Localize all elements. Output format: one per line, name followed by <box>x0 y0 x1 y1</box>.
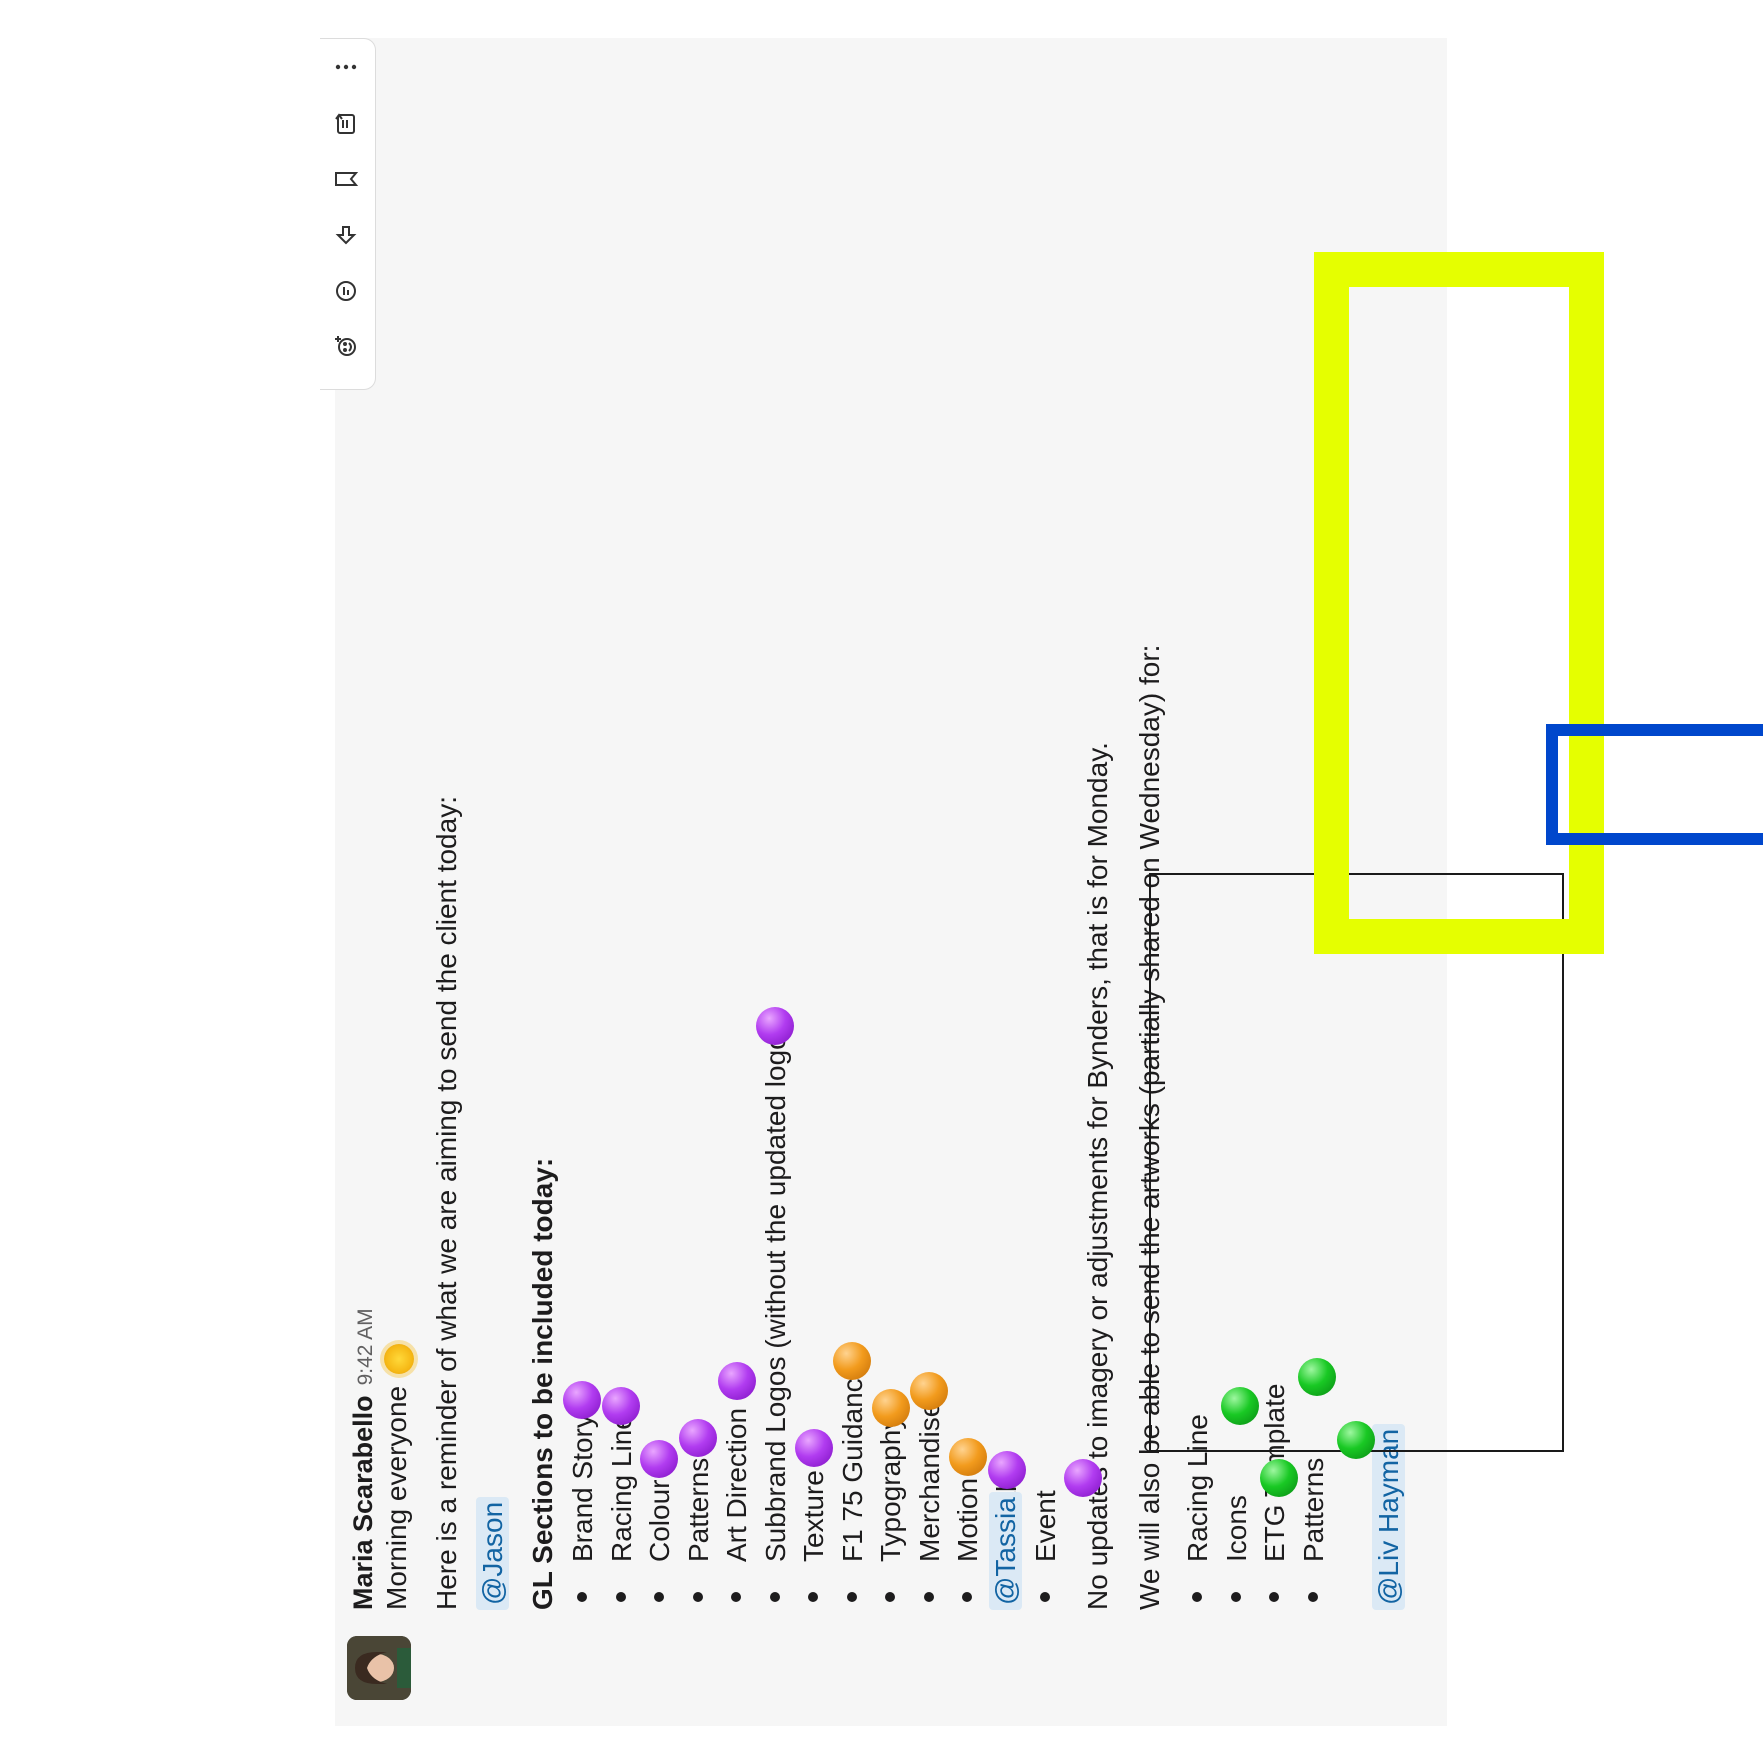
sections-heading: GL Sections to be included today: <box>527 1157 558 1610</box>
bullet-dot <box>885 1592 896 1602</box>
list-item: Typography <box>873 1416 909 1610</box>
list-item-label: Typography <box>875 1415 906 1562</box>
list-item-label: Patterns <box>682 1457 714 1562</box>
list-item: Subbrand Logos (without the updated logo… <box>758 1011 794 1610</box>
bullet-dot <box>654 1592 665 1602</box>
green-marker-dot <box>1260 1459 1298 1497</box>
list-item: Colour <box>642 1480 678 1610</box>
purple-marker-dot <box>795 1429 833 1467</box>
bullet-dot <box>731 1592 742 1602</box>
list-item: Racing Line <box>604 1414 640 1610</box>
list-item-label: Subbrand Logos (without the updated logo… <box>759 1010 791 1562</box>
list-item-label: Colour <box>644 1479 675 1562</box>
list-item: Texture <box>796 1470 832 1610</box>
intro-text: Here is a reminder of what we are aiming… <box>431 796 462 1610</box>
list-item-label: Motion <box>952 1477 983 1562</box>
orange-marker-dot <box>872 1389 910 1427</box>
highlight-blue-frame <box>1546 724 1763 845</box>
list-item: Art Direction <box>719 1408 755 1610</box>
purple-marker-dot <box>1064 1459 1102 1497</box>
list-item-label: F1 75 Guidance <box>836 1362 868 1562</box>
bullet-dot <box>577 1592 588 1602</box>
green-marker-dot <box>1298 1358 1336 1396</box>
list-item-label: Art Direction <box>721 1407 752 1562</box>
bullet-dot <box>846 1592 857 1602</box>
bullet-dot <box>1230 1592 1241 1602</box>
list-item: Merchandise <box>912 1402 948 1610</box>
list-item-label: Texture <box>798 1470 829 1562</box>
purple-marker-dot <box>563 1381 601 1419</box>
avatar[interactable] <box>347 1636 411 1700</box>
purple-marker-dot <box>756 1007 794 1045</box>
list-item-label: Event <box>1030 1490 1061 1562</box>
purple-marker-dot <box>679 1419 717 1457</box>
bullet-dot <box>692 1592 703 1602</box>
list-item: Patterns <box>1296 1458 1332 1610</box>
green-marker-dot <box>1337 1421 1375 1459</box>
bullet-dot <box>1192 1592 1203 1602</box>
greeting-text: Morning everyone <box>381 1385 412 1610</box>
list-item: Patterns <box>681 1458 717 1610</box>
orange-marker-dot <box>949 1438 987 1476</box>
purple-marker-dot <box>718 1362 756 1400</box>
purple-marker-dot <box>602 1387 640 1425</box>
list-item-label: Patterns <box>1297 1457 1329 1562</box>
timestamp[interactable]: 9:42 AM <box>354 1308 377 1385</box>
list-item: Event <box>1028 1490 1064 1610</box>
purple-marker-dot <box>988 1451 1026 1489</box>
annotation-outline-box <box>1149 873 1564 1452</box>
bullet-dot <box>1040 1592 1051 1602</box>
bullet-dot <box>769 1592 780 1602</box>
list-item-label: Brand Story <box>567 1414 598 1562</box>
list-item: F1 75 Guidance <box>835 1363 871 1610</box>
list-item: Icons <box>1219 1495 1255 1610</box>
orange-marker-dot <box>910 1372 948 1410</box>
bullet-dot <box>923 1592 934 1602</box>
bullet-dot <box>962 1592 973 1602</box>
bullet-dot <box>615 1592 626 1602</box>
mention-jason[interactable]: @Jason <box>476 1496 509 1610</box>
purple-marker-dot <box>640 1440 678 1478</box>
screenshot-stage: Maria Scarabello 9:42 AM Morning everyone… <box>0 0 1763 1763</box>
list-item-label: Icons <box>1220 1495 1252 1562</box>
sun-with-face-icon <box>383 1343 414 1374</box>
author-name[interactable]: Maria Scarabello <box>348 1395 378 1610</box>
list-item-label: Racing Line <box>605 1414 637 1562</box>
green-marker-dot <box>1221 1387 1259 1425</box>
bullet-dot <box>1307 1592 1318 1602</box>
list-item: Brand Story <box>565 1414 601 1610</box>
highlight-yellow-frame <box>1314 252 1604 954</box>
bullet-dot <box>808 1592 819 1602</box>
mention-tassia[interactable]: @Tassia <box>989 1492 1022 1610</box>
list-item-label: Merchandise <box>913 1401 945 1562</box>
orange-marker-dot <box>833 1342 871 1380</box>
bullet-dot <box>1269 1592 1280 1602</box>
list-item: Motion <box>950 1478 986 1610</box>
